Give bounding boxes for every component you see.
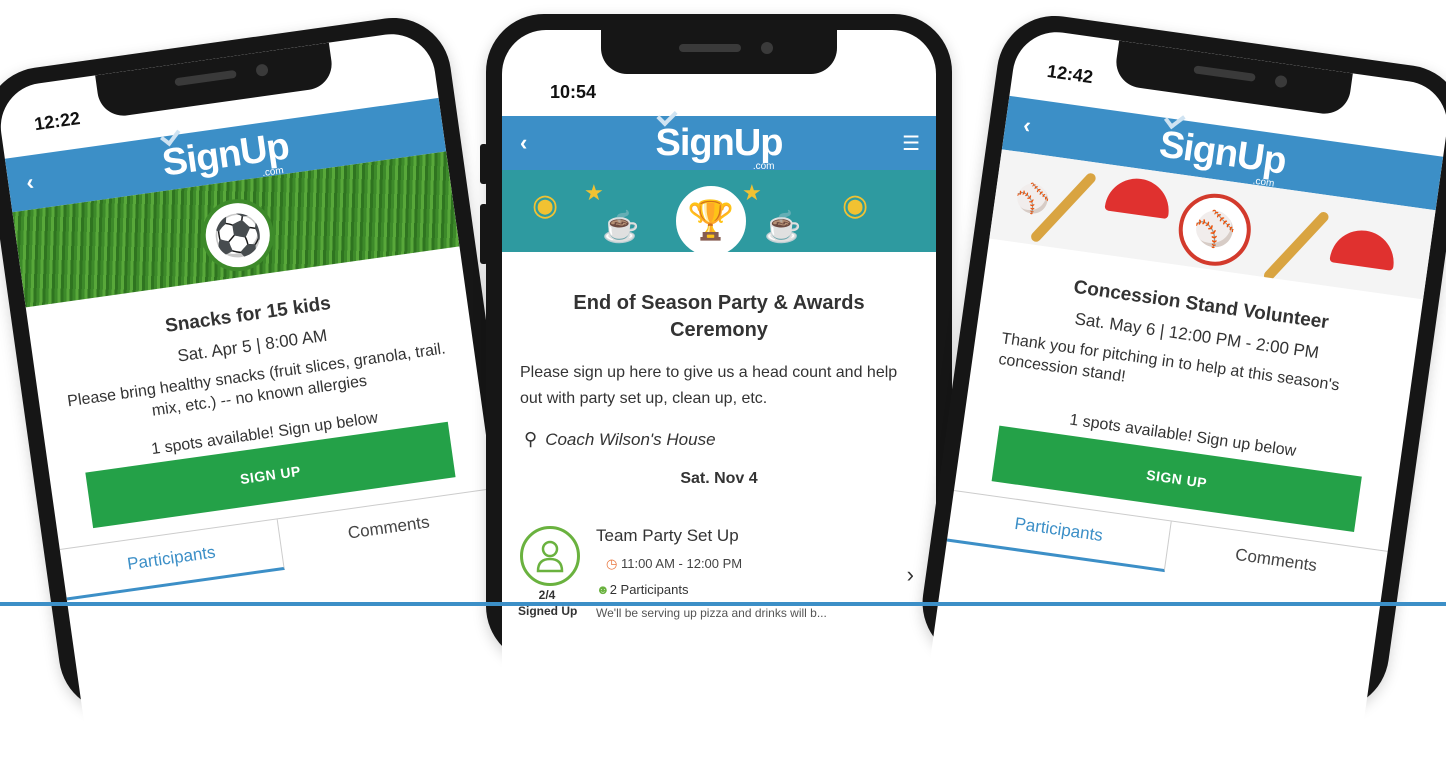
back-icon[interactable]: ‹ <box>520 130 527 156</box>
slot-signed-label: Signed Up <box>518 604 578 618</box>
phone-notch <box>1113 40 1353 118</box>
status-time: 12:22 <box>32 108 82 135</box>
slot-note: We'll be serving up pizza and drinks wil… <box>596 606 827 620</box>
user-icon <box>520 526 580 586</box>
participant-icon: ☻ <box>596 582 610 597</box>
event-description: Please sign up here to give us a head co… <box>520 364 898 407</box>
medal-icon: ◉ <box>532 189 559 222</box>
status-time: 10:54 <box>550 82 597 102</box>
star-icon: ★ <box>584 180 604 205</box>
app-header: ‹ SignUp .com ☰ <box>502 105 936 172</box>
bat-icon <box>1261 209 1331 283</box>
phone-notch <box>95 42 335 120</box>
slot-participants: ☻2 Participants <box>596 582 689 597</box>
phone-right: 12:42 ‹ SignUp .com ⚾ ⚾ Concession Stand … <box>915 8 1446 755</box>
event-details: Snacks for 15 kids Sat. Apr 5 | 8:00 AM … <box>30 274 501 601</box>
event-title: End of Season Party & Awards Ceremony <box>573 292 865 341</box>
event-details: Concession Stand Volunteer Sat. May 6 | … <box>946 264 1420 603</box>
phone-notch <box>601 30 837 74</box>
tab-participants[interactable]: Participants <box>946 490 1172 572</box>
medal-icon: ◉ <box>842 189 869 222</box>
footer-accent-line <box>0 602 1446 606</box>
clock-icon: ◷ <box>606 556 618 571</box>
event-location: ⚲ Coach Wilson's House <box>502 429 936 450</box>
slot-time: ◷ 11:00 AM - 12:00 PM <box>606 556 743 571</box>
awards-banner: ◉ ★ ☕ ★ ☕ ◉ 🏆 <box>502 170 936 252</box>
chevron-right-icon[interactable]: › <box>907 562 914 588</box>
cup-icon: ☕ <box>602 211 640 244</box>
location-text: Coach Wilson's House <box>545 429 716 449</box>
map-pin-icon: ⚲ <box>524 429 538 450</box>
event-details: End of Season Party & Awards Ceremony Pl… <box>502 290 936 488</box>
signup-logo[interactable]: SignUp .com <box>1157 108 1288 190</box>
phone-left: 12:22 ‹ SignUp .com ⚽ Snacks for 15 kids … <box>0 10 533 757</box>
date-heading: Sat. Nov 4 <box>680 470 758 488</box>
cap-icon <box>1104 174 1173 220</box>
phone-center: 10:54 ‹ SignUp .com ☰ ◉ ★ ☕ ★ ☕ ◉ 🏆 End o… <box>480 14 952 704</box>
signup-logo[interactable]: SignUp .com <box>159 124 291 185</box>
slot-title: Team Party Set Up <box>596 526 739 545</box>
cup-icon: ☕ <box>764 211 802 244</box>
signup-logo[interactable]: SignUp .com <box>656 105 783 172</box>
phone-screen: 12:22 ‹ SignUp .com ⚽ Snacks for 15 kids … <box>0 28 523 757</box>
tab-participants[interactable]: Participants <box>59 519 285 601</box>
cap-icon <box>1329 226 1398 271</box>
status-time: 12:42 <box>1045 60 1095 88</box>
trophy-icon: 🏆 <box>672 182 750 252</box>
ball-icon: ⚾ <box>1013 180 1053 217</box>
tab-comments[interactable]: Comments <box>1164 521 1387 602</box>
baseball-icon: ⚾ <box>1174 189 1256 271</box>
back-icon[interactable]: ‹ <box>25 169 36 196</box>
menu-icon[interactable]: ☰ <box>902 131 920 156</box>
soccer-ball-icon: ⚽ <box>197 194 279 276</box>
back-icon[interactable]: ‹ <box>1022 112 1033 139</box>
slot-fraction: 2/4 <box>538 588 556 602</box>
phone-screen: 12:42 ‹ SignUp .com ⚾ ⚾ Concession Stand … <box>925 26 1446 755</box>
tab-comments[interactable]: Comments <box>277 489 500 570</box>
